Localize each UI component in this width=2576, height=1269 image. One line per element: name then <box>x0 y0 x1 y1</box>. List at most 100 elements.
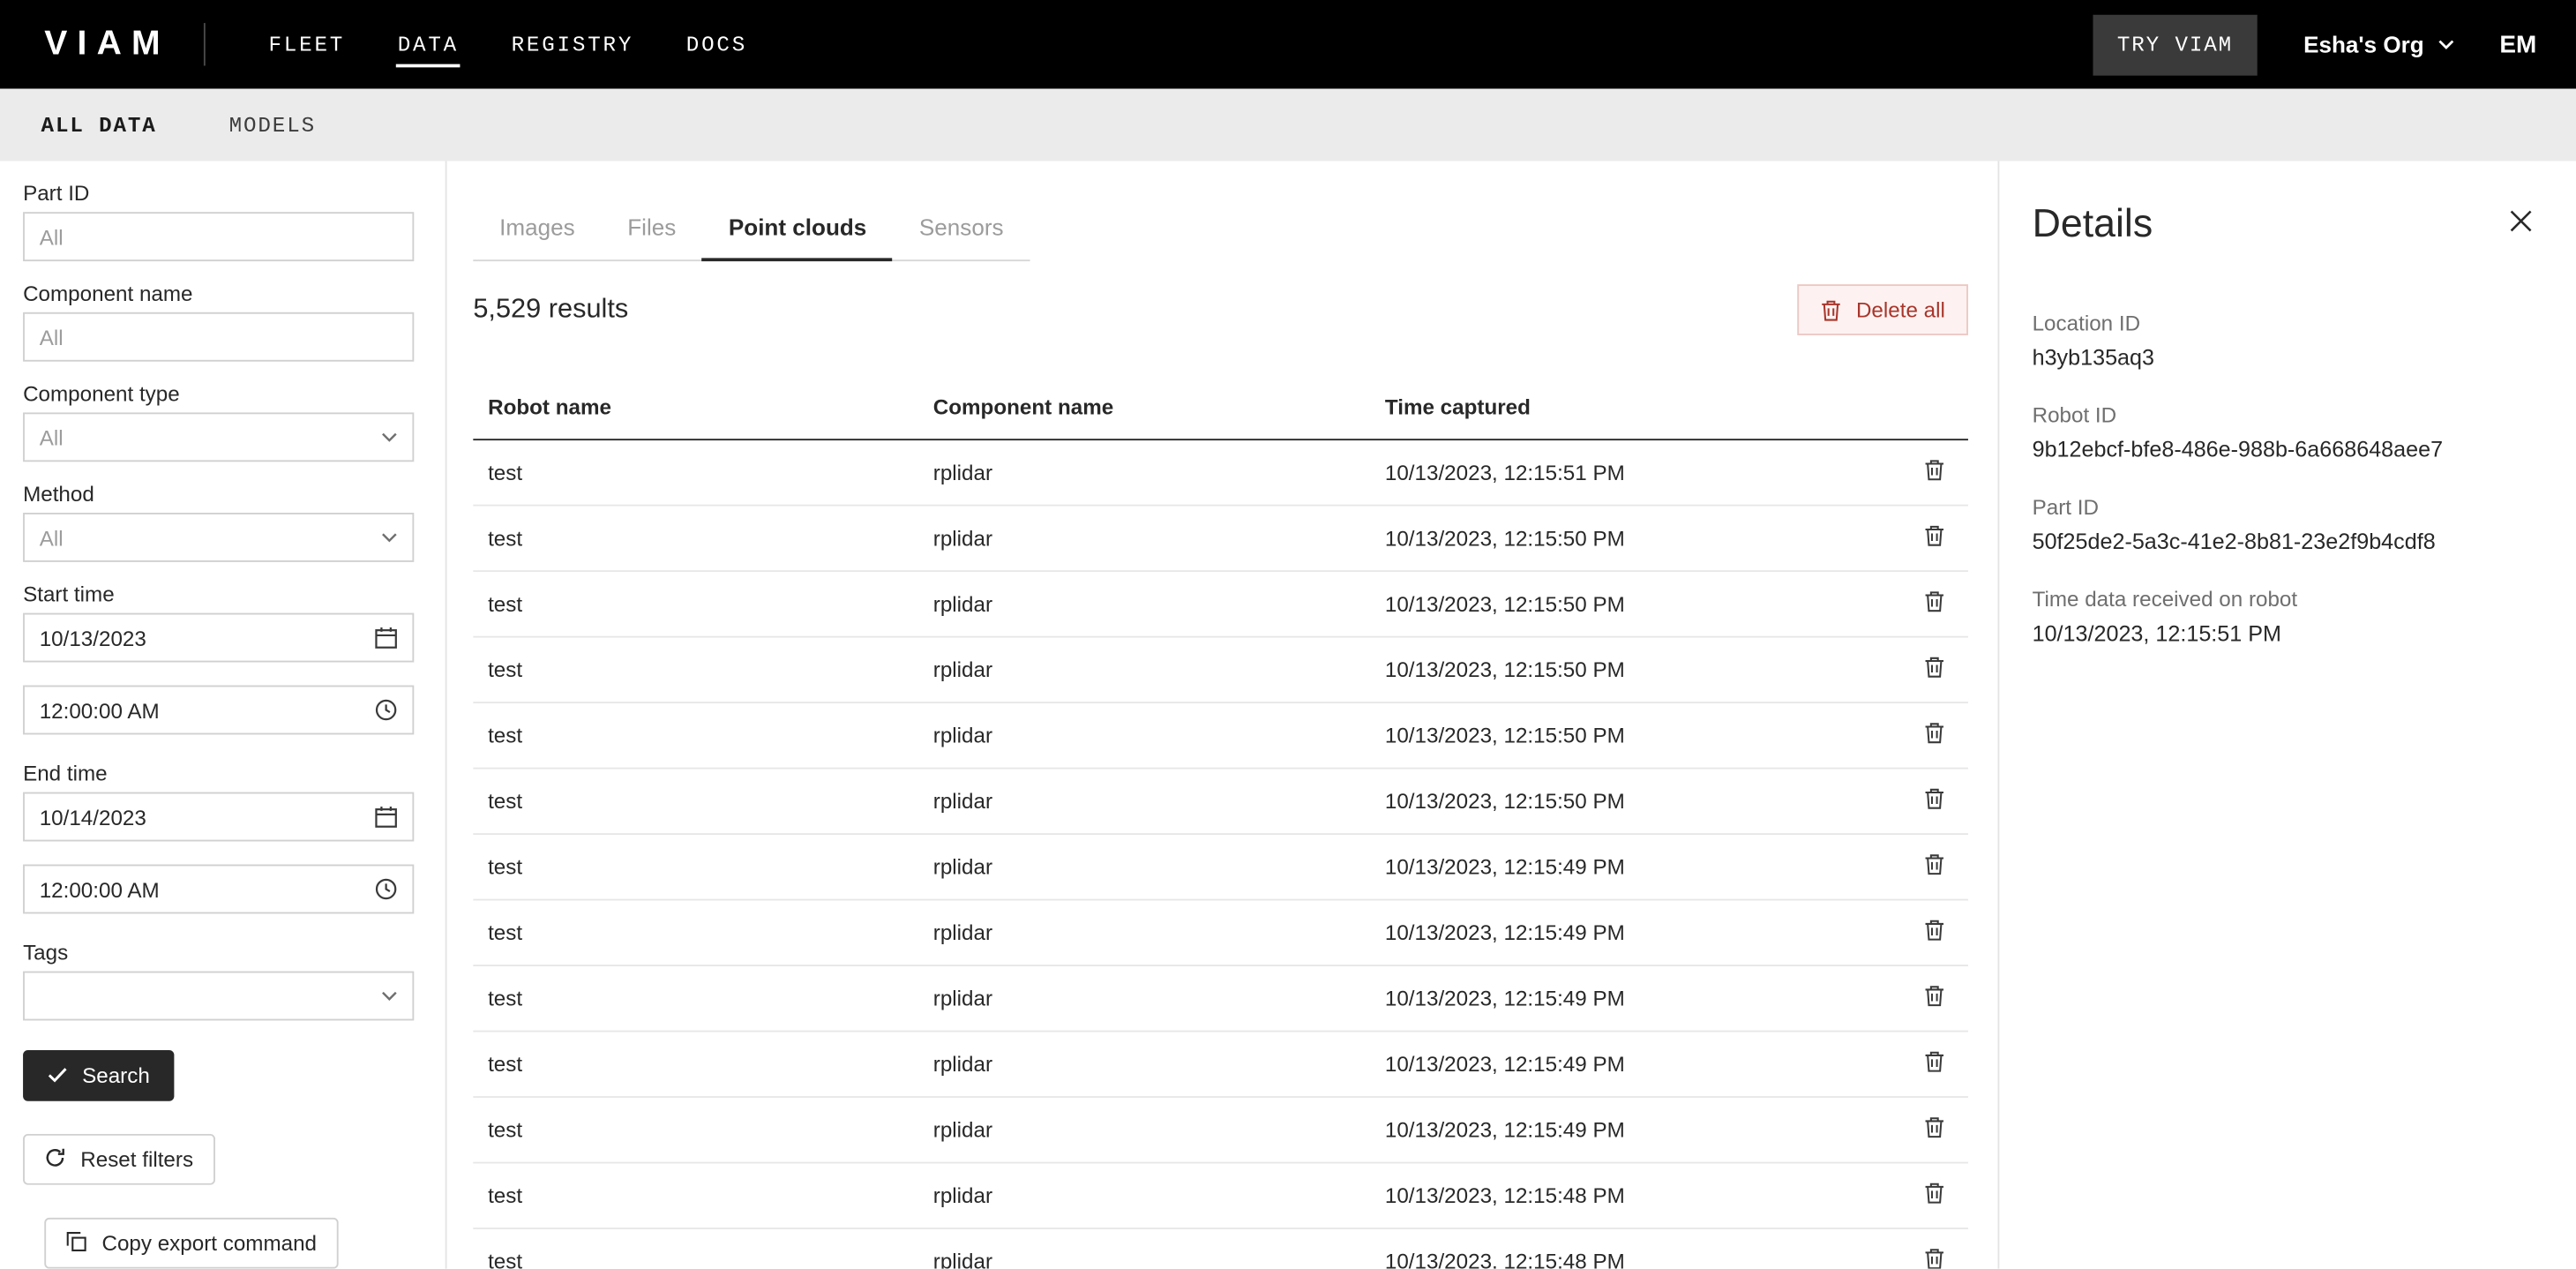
delete-row-button[interactable] <box>1896 919 1968 947</box>
cell-robot-name: test <box>488 657 933 682</box>
cell-time-captured: 10/13/2023, 12:15:50 PM <box>1385 657 1896 682</box>
table-row[interactable]: test rplidar 10/13/2023, 12:15:48 PM <box>473 1163 1968 1228</box>
org-dropdown[interactable]: Esha's Org <box>2303 31 2453 57</box>
cell-time-captured: 10/13/2023, 12:15:49 PM <box>1385 986 1896 1010</box>
trash-icon <box>1924 853 1945 882</box>
trash-icon <box>1924 459 1945 487</box>
details-title: Details <box>2033 197 2153 251</box>
trash-icon <box>1924 787 1945 815</box>
part-id-input[interactable]: All <box>23 212 414 261</box>
tab-all-data[interactable]: ALL DATA <box>41 113 157 138</box>
filter-component-type: Component type All <box>23 381 446 462</box>
chevron-down-icon <box>381 991 398 1001</box>
table-row[interactable]: test rplidar 10/13/2023, 12:15:49 PM <box>473 1032 1968 1097</box>
table-row[interactable]: test rplidar 10/13/2023, 12:15:49 PM <box>473 901 1968 966</box>
table-row[interactable]: test rplidar 10/13/2023, 12:15:49 PM <box>473 966 1968 1032</box>
search-button[interactable]: Search <box>23 1050 175 1101</box>
try-viam-button[interactable]: TRY VIAM <box>2093 14 2258 75</box>
delete-row-button[interactable] <box>1896 524 1968 552</box>
tab-files[interactable]: Files <box>601 197 702 259</box>
table-row[interactable]: test rplidar 10/13/2023, 12:15:49 PM <box>473 1098 1968 1163</box>
copy-export-command-button[interactable]: Copy export command <box>44 1218 338 1269</box>
filter-end-time: End time 10/14/2023 12:00:00 AM <box>23 761 446 913</box>
table-header-row: Robot name Component name Time captured <box>473 358 1968 440</box>
primary-nav: FLEET DATA REGISTRY DOCS <box>267 21 749 67</box>
tab-sensors[interactable]: Sensors <box>893 197 1030 259</box>
cell-time-captured: 10/13/2023, 12:15:49 PM <box>1385 1052 1896 1077</box>
table-row[interactable]: test rplidar 10/13/2023, 12:15:50 PM <box>473 638 1968 703</box>
cell-time-captured: 10/13/2023, 12:15:50 PM <box>1385 526 1896 551</box>
delete-row-button[interactable] <box>1896 1182 1968 1210</box>
table-row[interactable]: test rplidar 10/13/2023, 12:15:49 PM <box>473 835 1968 900</box>
part-id-label: Part ID <box>23 181 446 206</box>
nav-item-fleet[interactable]: FLEET <box>267 21 347 67</box>
table-row[interactable]: test rplidar 10/13/2023, 12:15:50 PM <box>473 770 1968 835</box>
filter-tags: Tags <box>23 940 446 1020</box>
delete-row-button[interactable] <box>1896 1247 1968 1268</box>
filters-sidebar: Part ID All Component name All Component… <box>0 161 447 1268</box>
check-icon <box>48 1063 67 1088</box>
delete-row-button[interactable] <box>1896 1050 1968 1078</box>
nav-item-docs[interactable]: DOCS <box>685 21 749 67</box>
calendar-icon[interactable] <box>375 805 398 828</box>
tab-point-clouds[interactable]: Point clouds <box>702 197 893 261</box>
trash-icon <box>1820 298 1841 321</box>
table-row[interactable]: test rplidar 10/13/2023, 12:15:50 PM <box>473 507 1968 572</box>
delete-row-button[interactable] <box>1896 722 1968 750</box>
table-body: test rplidar 10/13/2023, 12:15:51 PM tes… <box>473 440 1968 1269</box>
results-table: Robot name Component name Time captured … <box>473 358 1968 1269</box>
end-time-label: End time <box>23 761 446 785</box>
close-icon[interactable] <box>2509 209 2534 242</box>
nav-item-data[interactable]: DATA <box>396 21 461 67</box>
details-field-location-id: Location ID h3yb135aq3 <box>2033 311 2543 372</box>
details-field-robot-id: Robot ID 9b12ebcf-bfe8-486e-988b-6a66864… <box>2033 402 2543 463</box>
chevron-down-icon <box>381 432 398 442</box>
delete-row-button[interactable] <box>1896 1115 1968 1144</box>
delete-row-button[interactable] <box>1896 787 1968 815</box>
cell-time-captured: 10/13/2023, 12:15:48 PM <box>1385 1249 1896 1268</box>
delete-row-button[interactable] <box>1896 656 1968 684</box>
nav-item-registry[interactable]: REGISTRY <box>510 21 635 67</box>
header-time-captured: Time captured <box>1385 394 1896 419</box>
delete-row-button[interactable] <box>1896 459 1968 487</box>
data-type-tabs: Images Files Point clouds Sensors <box>473 197 1030 261</box>
details-panel: Details Location ID h3yb135aq3 Robot ID … <box>1997 161 2576 1268</box>
trash-icon <box>1924 1115 1945 1144</box>
table-row[interactable]: test rplidar 10/13/2023, 12:15:48 PM <box>473 1229 1968 1269</box>
cell-robot-name: test <box>488 591 933 616</box>
viam-logo: VIAM <box>44 25 169 64</box>
delete-row-button[interactable] <box>1896 984 1968 1012</box>
cell-time-captured: 10/13/2023, 12:15:50 PM <box>1385 723 1896 747</box>
end-clock-input[interactable]: 12:00:00 AM <box>23 865 414 914</box>
start-clock-input[interactable]: 12:00:00 AM <box>23 686 414 735</box>
table-row[interactable]: test rplidar 10/13/2023, 12:15:50 PM <box>473 703 1968 769</box>
trash-icon <box>1924 1050 1945 1078</box>
trash-icon <box>1924 524 1945 552</box>
method-select[interactable]: All <box>23 513 414 562</box>
user-avatar[interactable]: EM <box>2499 30 2536 58</box>
app: VIAM FLEET DATA REGISTRY DOCS TRY VIAM E… <box>0 0 2576 1269</box>
start-date-input[interactable]: 10/13/2023 <box>23 613 414 663</box>
details-field-part-id: Part ID 50f25de2-5a3c-41e2-8b81-23e2f9b4… <box>2033 495 2543 556</box>
clock-icon[interactable] <box>375 698 398 721</box>
table-row[interactable]: test rplidar 10/13/2023, 12:15:50 PM <box>473 572 1968 637</box>
delete-row-button[interactable] <box>1896 590 1968 619</box>
tab-models[interactable]: MODELS <box>229 113 316 138</box>
trash-icon <box>1924 656 1945 684</box>
cell-robot-name: test <box>488 1052 933 1077</box>
navbar-divider <box>203 23 205 65</box>
cell-time-captured: 10/13/2023, 12:15:49 PM <box>1385 854 1896 879</box>
calendar-icon[interactable] <box>375 627 398 650</box>
component-name-input[interactable]: All <box>23 312 414 362</box>
delete-all-button[interactable]: Delete all <box>1797 284 1968 335</box>
component-type-select[interactable]: All <box>23 412 414 462</box>
reset-filters-button[interactable]: Reset filters <box>23 1134 214 1185</box>
cell-component-name: rplidar <box>933 460 1385 484</box>
table-row[interactable]: test rplidar 10/13/2023, 12:15:51 PM <box>473 440 1968 506</box>
trash-icon <box>1924 984 1945 1012</box>
clock-icon[interactable] <box>375 877 398 900</box>
tags-select[interactable] <box>23 972 414 1021</box>
delete-row-button[interactable] <box>1896 853 1968 882</box>
tab-images[interactable]: Images <box>473 197 601 259</box>
end-date-input[interactable]: 10/14/2023 <box>23 792 414 842</box>
